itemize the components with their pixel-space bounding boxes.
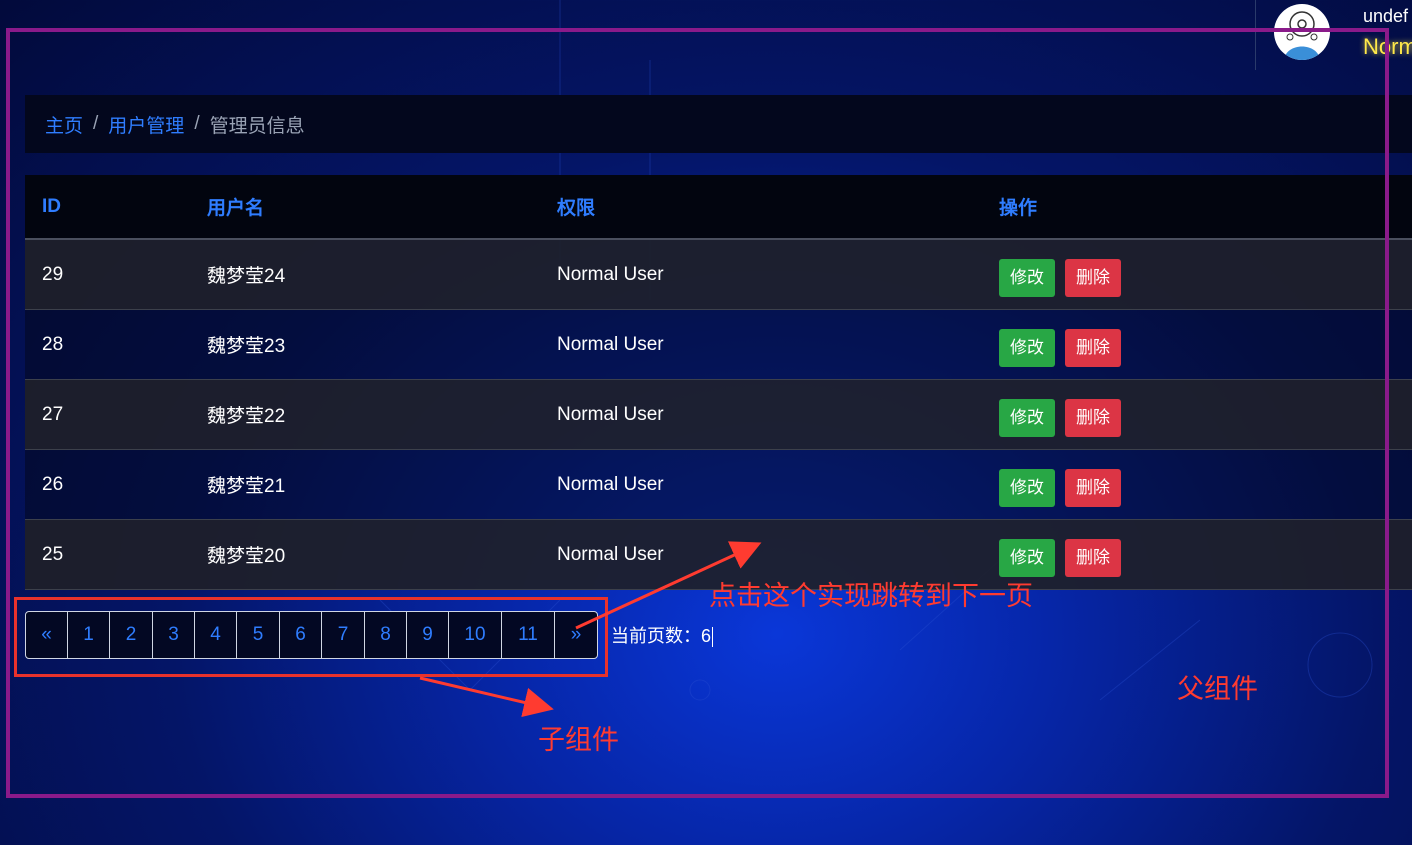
user-name: undef xyxy=(1363,6,1409,26)
child-component-outline xyxy=(14,597,608,677)
next-page-hint-label: 点击这个实现跳转到下一页 xyxy=(709,581,1033,611)
child-component-label: 子组件 xyxy=(538,725,619,755)
parent-component-label: 父组件 xyxy=(1177,674,1258,704)
